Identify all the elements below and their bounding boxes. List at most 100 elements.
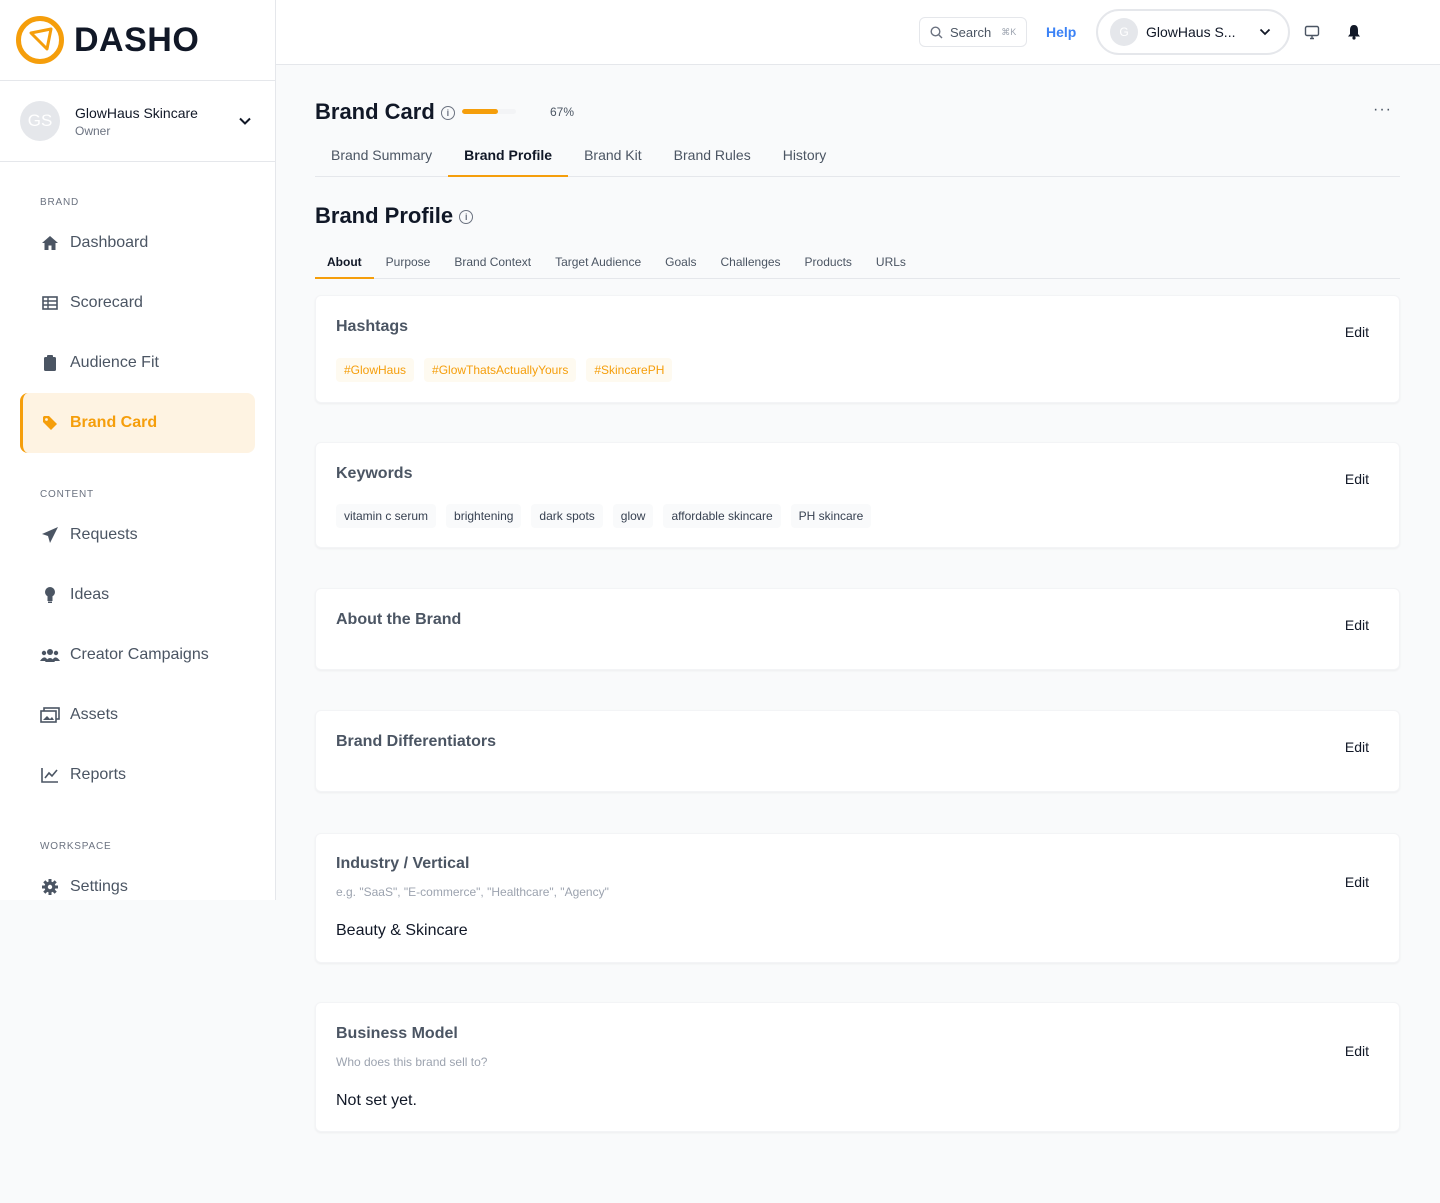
industry-card: Industry / Vertical Edit e.g. "SaaS", "E…: [315, 833, 1400, 963]
account-name: GlowHaus Skincare: [75, 104, 198, 121]
subtab-target-audience[interactable]: Target Audience: [543, 251, 653, 279]
sidebar-item-label: Brand Card: [70, 414, 158, 431]
bell-icon[interactable]: [1345, 23, 1363, 41]
subtab-about[interactable]: About: [315, 251, 374, 279]
user-name: GlowHaus S...: [1146, 24, 1236, 40]
sidebar-item-label: Creator Campaigns: [70, 646, 209, 663]
subtab-products[interactable]: Products: [793, 251, 864, 279]
section-title-text: Brand Profile: [315, 203, 454, 228]
card-title: Business Model: [336, 1025, 458, 1042]
search-button[interactable]: Search ⌘K: [919, 17, 1027, 47]
users-icon: [40, 645, 60, 665]
sidebar-item-dashboard[interactable]: Dashboard: [20, 213, 255, 273]
sidebar-item-reports[interactable]: Reports: [20, 745, 255, 805]
hashtag-chip: #SkincarePH: [586, 358, 673, 382]
sidebar-item-label: Scorecard: [70, 294, 143, 311]
search-label: Search: [950, 24, 992, 40]
field-hint: e.g. "SaaS", "E-commerce", "Healthcare",…: [336, 885, 609, 899]
keyword-chip: dark spots: [531, 504, 603, 528]
card-title: About the Brand: [336, 611, 462, 628]
business-model-card: Business Model Edit Who does this brand …: [315, 1002, 1400, 1132]
sidebar: DASHO GS GlowHaus Skincare Owner BRAND D…: [0, 0, 276, 900]
brand-differentiators-card: Brand Differentiators Edit: [315, 710, 1400, 792]
chevron-down-icon: [1258, 25, 1272, 44]
edit-button[interactable]: Edit: [1345, 617, 1369, 633]
more-options-button[interactable]: ···: [1373, 101, 1392, 119]
chevron-down-icon[interactable]: [237, 113, 253, 134]
topbar: Search ⌘K Help G GlowHaus S...: [276, 0, 1440, 65]
tag-icon: [40, 413, 60, 433]
progress-fill: [462, 109, 499, 114]
sidebar-item-assets[interactable]: Assets: [20, 685, 255, 745]
tab-brand-profile[interactable]: Brand Profile: [448, 137, 569, 177]
edit-button[interactable]: Edit: [1345, 471, 1369, 487]
avatar: G: [1110, 18, 1138, 46]
field-value: Beauty & Skincare: [336, 922, 468, 939]
card-title: Keywords: [336, 465, 413, 482]
sidebar-item-creator-campaigns[interactable]: Creator Campaigns: [20, 625, 255, 685]
clipboard-icon: [40, 353, 60, 373]
line-chart-icon: [40, 765, 60, 785]
keyword-chip: glow: [612, 504, 654, 528]
section-label-content: CONTENT: [40, 489, 94, 500]
card-title: Brand Differentiators: [336, 733, 497, 750]
sidebar-item-label: Requests: [70, 526, 138, 543]
images-icon: [40, 705, 60, 725]
sidebar-item-brand-card[interactable]: Brand Card: [20, 393, 255, 453]
subtab-purpose[interactable]: Purpose: [374, 251, 443, 279]
sidebar-item-settings[interactable]: Settings: [20, 857, 255, 917]
sidebar-item-scorecard[interactable]: Scorecard: [20, 273, 255, 333]
subtab-urls[interactable]: URLs: [864, 251, 918, 279]
user-menu[interactable]: G GlowHaus S...: [1096, 9, 1290, 55]
sidebar-item-label: Assets: [70, 706, 119, 723]
subtab-brand-context[interactable]: Brand Context: [442, 251, 543, 279]
hashtag-chip: #GlowHaus: [336, 358, 415, 382]
field-hint: Who does this brand sell to?: [336, 1055, 488, 1069]
logo-text: DASHO: [74, 20, 200, 59]
hashtags-card: Hashtags Edit #GlowHaus #GlowThatsActual…: [315, 295, 1400, 403]
subtab-goals[interactable]: Goals: [653, 251, 708, 279]
card-title: Industry / Vertical: [336, 855, 470, 872]
info-icon[interactable]: i: [459, 210, 474, 225]
account-switcher[interactable]: GS GlowHaus Skincare Owner: [0, 81, 275, 162]
search-shortcut: ⌘K: [1001, 26, 1017, 37]
paper-plane-icon: [40, 525, 60, 545]
progress-bar: [462, 109, 516, 114]
sidebar-item-requests[interactable]: Requests: [20, 505, 255, 565]
sidebar-item-label: Settings: [70, 878, 128, 895]
keywords-card: Keywords Edit vitamin c serum brightenin…: [315, 442, 1400, 548]
logo[interactable]: DASHO: [0, 0, 275, 81]
hashtag-chip: #GlowThatsActuallyYours: [424, 358, 577, 382]
account-role: Owner: [75, 123, 111, 138]
subtab-challenges[interactable]: Challenges: [709, 251, 793, 279]
info-icon[interactable]: i: [440, 106, 455, 121]
edit-button[interactable]: Edit: [1345, 1043, 1369, 1059]
sidebar-item-label: Dashboard: [70, 234, 149, 251]
edit-button[interactable]: Edit: [1345, 874, 1369, 890]
help-link[interactable]: Help: [1046, 24, 1076, 40]
monitor-icon[interactable]: [1303, 23, 1321, 41]
about-brand-card: About the Brand Edit: [315, 588, 1400, 670]
tab-history[interactable]: History: [767, 137, 843, 177]
profile-subtabs: About Purpose Brand Context Target Audie…: [315, 251, 1400, 279]
tab-brand-summary[interactable]: Brand Summary: [315, 137, 448, 177]
section-label-brand: BRAND: [40, 197, 80, 208]
keyword-chip: vitamin c serum: [336, 504, 437, 528]
sidebar-item-label: Audience Fit: [70, 354, 159, 371]
hashtag-list: #GlowHaus #GlowThatsActuallyYours #Skinc…: [336, 358, 673, 382]
lightbulb-icon: [40, 585, 60, 605]
edit-button[interactable]: Edit: [1345, 739, 1369, 755]
keyword-list: vitamin c serum brightening dark spots g…: [336, 504, 872, 528]
progress-percent: 67%: [550, 105, 575, 119]
edit-button[interactable]: Edit: [1345, 324, 1369, 340]
sidebar-item-ideas[interactable]: Ideas: [20, 565, 255, 625]
search-icon: [930, 25, 943, 39]
tab-brand-kit[interactable]: Brand Kit: [568, 137, 658, 177]
sidebar-item-audience-fit[interactable]: Audience Fit: [20, 333, 255, 393]
section-label-workspace: WORKSPACE: [40, 841, 112, 852]
logo-icon: [16, 16, 64, 64]
page-title-text: Brand Card: [315, 99, 435, 124]
keyword-chip: PH skincare: [790, 504, 872, 528]
tab-brand-rules[interactable]: Brand Rules: [658, 137, 767, 177]
page-title: Brand Card i: [315, 99, 455, 125]
